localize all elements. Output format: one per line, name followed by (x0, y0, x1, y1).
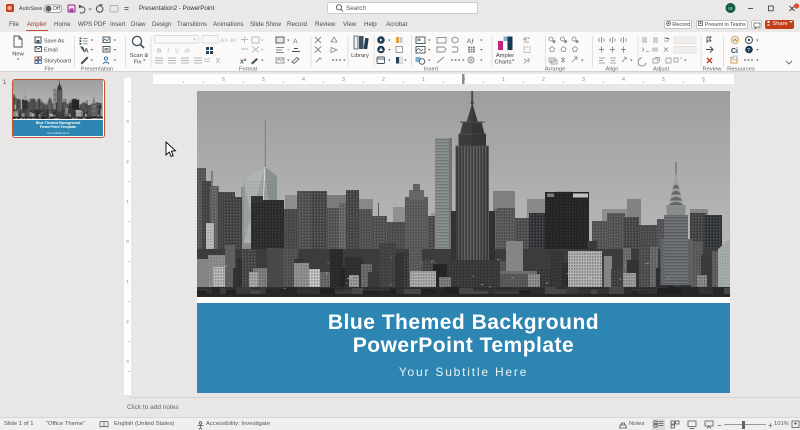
svg-text:3: 3 (582, 77, 585, 83)
svg-text:x²: x² (240, 59, 247, 66)
svg-text:Format: Format (239, 67, 258, 73)
svg-text:3: 3 (342, 77, 345, 83)
svg-text:A˄: A˄ (220, 38, 228, 45)
svg-text:Presentation: Presentation (81, 67, 114, 73)
svg-text:IS: IS (728, 6, 733, 12)
svg-text:6: 6 (222, 77, 225, 83)
svg-text:4: 4 (622, 77, 625, 83)
svg-text:Library: Library (351, 53, 369, 59)
svg-text:2: 2 (126, 319, 129, 324)
svg-text:I: I (166, 48, 170, 55)
svg-text:5: 5 (662, 77, 665, 83)
svg-text:Adjust: Adjust (653, 67, 670, 73)
svg-text:Scan &: Scan & (130, 53, 149, 59)
svg-text:U: U (175, 48, 180, 55)
svg-text:A: A (293, 39, 298, 46)
svg-text:1: 1 (126, 199, 129, 204)
svg-text:Ampler: Ampler (496, 53, 514, 59)
svg-text:B: B (157, 48, 162, 55)
svg-text:File: File (44, 67, 53, 73)
svg-text:4: 4 (302, 77, 305, 83)
svg-text:1: 1 (422, 77, 425, 83)
svg-text:Charts: Charts (494, 60, 511, 66)
svg-text:6: 6 (702, 77, 705, 83)
svg-text:Save As: Save As (44, 39, 64, 45)
svg-text:3: 3 (126, 119, 129, 124)
svg-text:Ci: Ci (731, 48, 738, 55)
svg-text:ab: ab (184, 48, 190, 55)
svg-text:New: New (12, 52, 24, 58)
svg-text:Email: Email (44, 48, 58, 54)
svg-text:Align: Align (606, 67, 619, 73)
svg-text:Insert: Insert (424, 67, 439, 73)
svg-text:2: 2 (542, 77, 545, 83)
svg-text:Arrange: Arrange (545, 67, 566, 73)
svg-text:5: 5 (262, 77, 265, 83)
svg-text:A˅: A˅ (230, 38, 237, 44)
svg-text:Fix: Fix (134, 60, 142, 66)
svg-text:2: 2 (126, 159, 129, 164)
svg-text:1: 1 (126, 279, 129, 284)
svg-text:Review: Review (702, 67, 722, 73)
svg-text:Aƒ: Aƒ (467, 39, 474, 45)
svg-text:Resources: Resources (727, 67, 755, 73)
svg-text:2: 2 (382, 77, 385, 83)
svg-text:A: A (84, 48, 89, 55)
svg-text:1: 1 (502, 77, 505, 83)
svg-text:0: 0 (126, 239, 129, 244)
svg-text:Storyboard: Storyboard (44, 59, 71, 65)
svg-text:?: ? (747, 48, 750, 54)
svg-text:3: 3 (126, 359, 129, 364)
